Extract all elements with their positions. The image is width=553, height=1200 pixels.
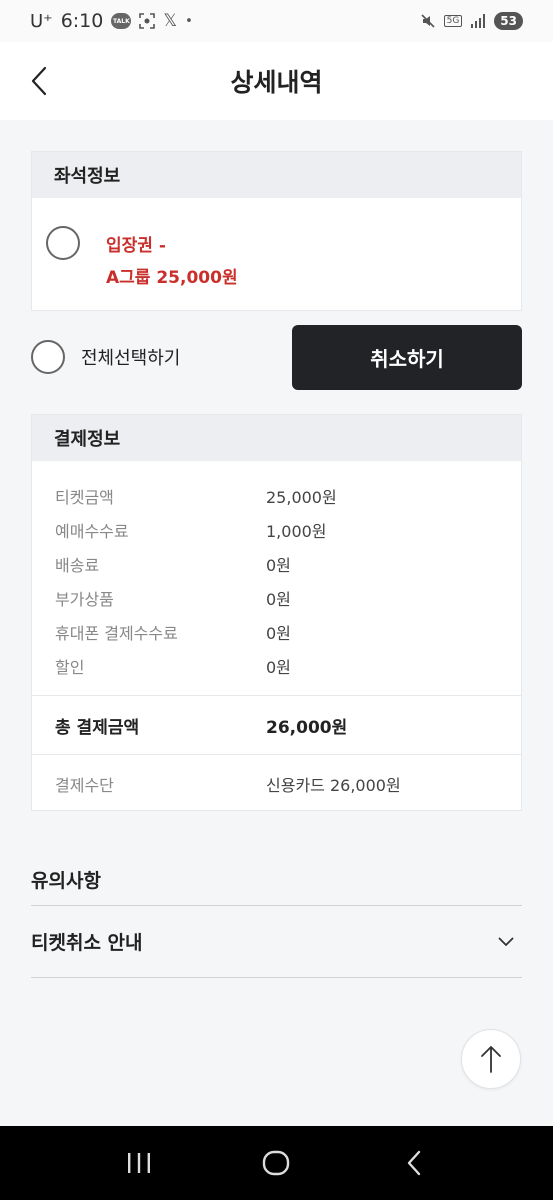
ticket-type-line: 입장권 - [106, 236, 166, 256]
battery-indicator: 53 [494, 12, 523, 30]
home-button[interactable] [251, 1138, 301, 1188]
screenshot-icon [139, 13, 156, 29]
payment-row: 부가상품 0원 [32, 581, 521, 615]
payment-row: 휴대폰 결제수수료 0원 [32, 615, 521, 649]
mute-icon [420, 13, 436, 29]
arrow-up-icon [481, 1046, 501, 1073]
back-button[interactable] [24, 64, 54, 98]
payment-row-label: 배송료 [55, 556, 100, 575]
seat-item: 입장권 - A그룹 25,000원 [32, 198, 521, 294]
payment-row-label: 할인 [55, 658, 85, 677]
back-arrow-icon [407, 1150, 421, 1176]
payment-row-value: 0원 [266, 590, 291, 609]
payment-row-label: 휴대폰 결제수수료 [55, 624, 178, 643]
app-header: 상세내역 [0, 42, 553, 120]
select-all-label: 전체선택하기 [81, 348, 181, 369]
payment-row: 배송료 0원 [32, 547, 521, 581]
system-nav-bar [0, 1126, 553, 1200]
select-all-radio[interactable] [31, 340, 65, 374]
ticket-cancel-accordion[interactable]: 티켓취소 안내 [31, 906, 522, 977]
status-bar: U⁺ 6:10 TALK 𝕏 • 5G 53 [0, 0, 553, 42]
payment-method-label: 결제수단 [55, 776, 114, 795]
notification-dot-icon: • [185, 13, 193, 29]
payment-row-label: 티켓금액 [55, 488, 114, 507]
carrier-label: U⁺ [30, 10, 53, 32]
notice-heading: 유의사항 [31, 870, 101, 892]
total-payment-label: 총 결제금액 [55, 717, 140, 738]
recent-apps-button[interactable] [114, 1138, 164, 1188]
total-payment-value: 26,000원 [266, 717, 348, 738]
select-all-control[interactable]: 전체선택하기 [31, 340, 180, 374]
system-back-button[interactable] [389, 1138, 439, 1188]
chevron-left-icon [31, 66, 47, 96]
signal-icon [470, 14, 486, 28]
chevron-down-icon [498, 937, 514, 946]
scroll-top-button[interactable] [461, 1029, 521, 1089]
seat-info-heading: 좌석정보 [32, 152, 521, 198]
notice-divider [31, 977, 522, 978]
payment-method-value: 신용카드 26,000원 [266, 776, 401, 795]
payment-info-heading: 결제정보 [32, 415, 521, 461]
x-app-icon: 𝕏 [163, 11, 178, 31]
payment-info-card: 결제정보 티켓금액 25,000원 예매수수료 1,000원 배송료 0원 부가… [31, 414, 522, 811]
kakaotalk-icon: TALK [111, 13, 132, 29]
status-time: 6:10 [60, 10, 104, 32]
payment-row-value: 0원 [266, 556, 291, 575]
seat-info-card: 좌석정보 입장권 - A그룹 25,000원 [31, 151, 522, 311]
payment-method-row: 결제수단 신용카드 26,000원 [32, 755, 521, 813]
seat-radio[interactable] [46, 226, 80, 260]
payment-breakdown: 티켓금액 25,000원 예매수수료 1,000원 배송료 0원 부가상품 0원… [32, 461, 521, 683]
cancel-button[interactable]: 취소하기 [292, 325, 522, 390]
accordion-label: 티켓취소 안내 [31, 932, 143, 954]
payment-row-value: 25,000원 [266, 488, 337, 507]
payment-row-value: 0원 [266, 658, 291, 677]
home-icon [263, 1150, 290, 1176]
total-payment-row: 총 결제금액 26,000원 [32, 696, 521, 754]
payment-row-value: 1,000원 [266, 522, 327, 541]
payment-row: 예매수수료 1,000원 [32, 513, 521, 547]
payment-row-label: 부가상품 [55, 590, 114, 609]
page-title: 상세내역 [230, 68, 323, 97]
payment-row-value: 0원 [266, 624, 291, 643]
payment-row-label: 예매수수료 [55, 522, 129, 541]
recent-apps-icon [127, 1153, 150, 1173]
payment-row: 할인 0원 [32, 649, 521, 683]
ticket-price-line: A그룹 25,000원 [106, 268, 238, 288]
network-5g-icon: 5G [443, 15, 463, 27]
seat-ticket-text: 입장권 - A그룹 25,000원 [106, 230, 238, 294]
payment-row: 티켓금액 25,000원 [32, 479, 521, 513]
